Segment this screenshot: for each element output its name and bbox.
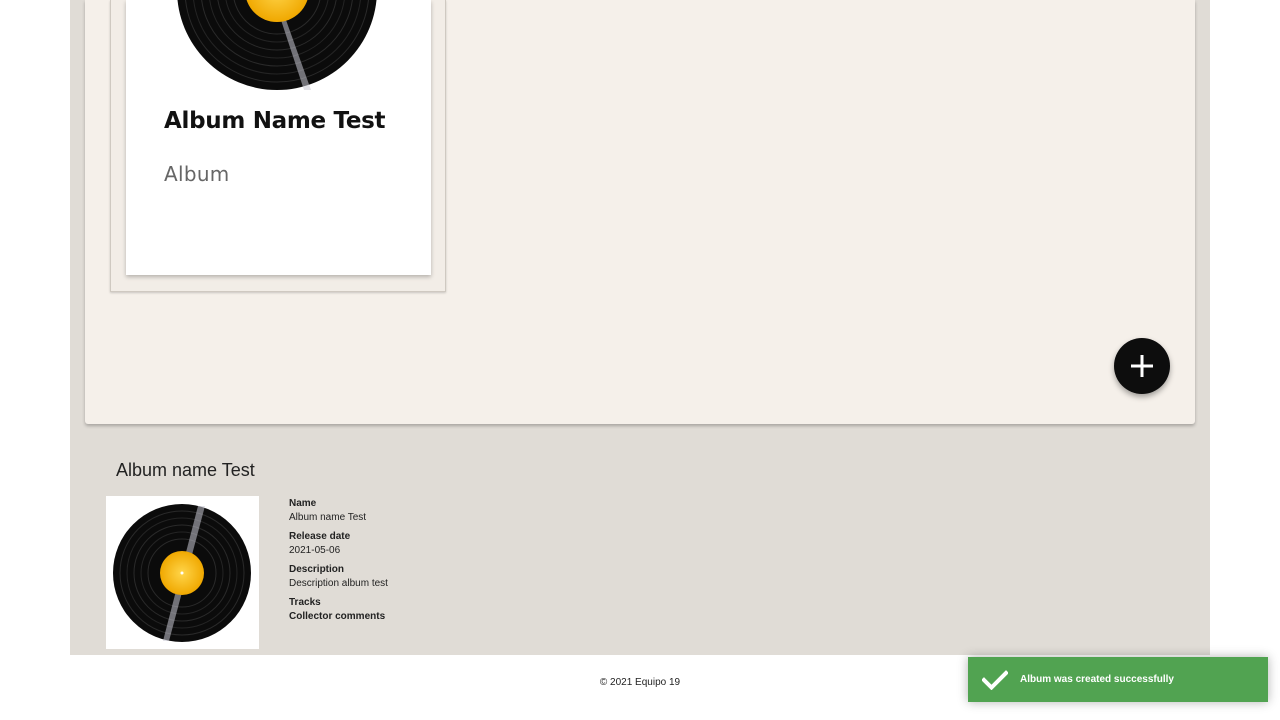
album-card-title: Album Name Test (164, 108, 386, 134)
add-album-button[interactable] (1114, 338, 1170, 394)
release-date-value: 2021-05-06 (289, 545, 341, 556)
tracks-label: Tracks (289, 597, 321, 608)
album-detail-fields: Name Album name Test Release date 2021-0… (289, 497, 388, 624)
collector-comments-label: Collector comments (289, 611, 386, 622)
album-card-subtitle: Album (164, 162, 230, 186)
name-value: Album name Test (289, 512, 367, 523)
toast-message: Album was created successfully (1020, 674, 1174, 685)
success-toast[interactable]: Album was created successfully (968, 657, 1268, 702)
description-value: Description album test (289, 578, 388, 589)
vinyl-record-icon (126, 0, 431, 100)
plus-icon (1131, 355, 1153, 377)
release-date-label: Release date (289, 531, 351, 542)
album-card[interactable]: Album Name Test Album (126, 0, 431, 275)
album-detail-heading: Album name Test (116, 460, 255, 480)
vinyl-record-icon (106, 496, 259, 649)
checkmark-icon (982, 669, 1008, 690)
description-label: Description (289, 564, 345, 575)
name-label: Name (289, 498, 317, 509)
